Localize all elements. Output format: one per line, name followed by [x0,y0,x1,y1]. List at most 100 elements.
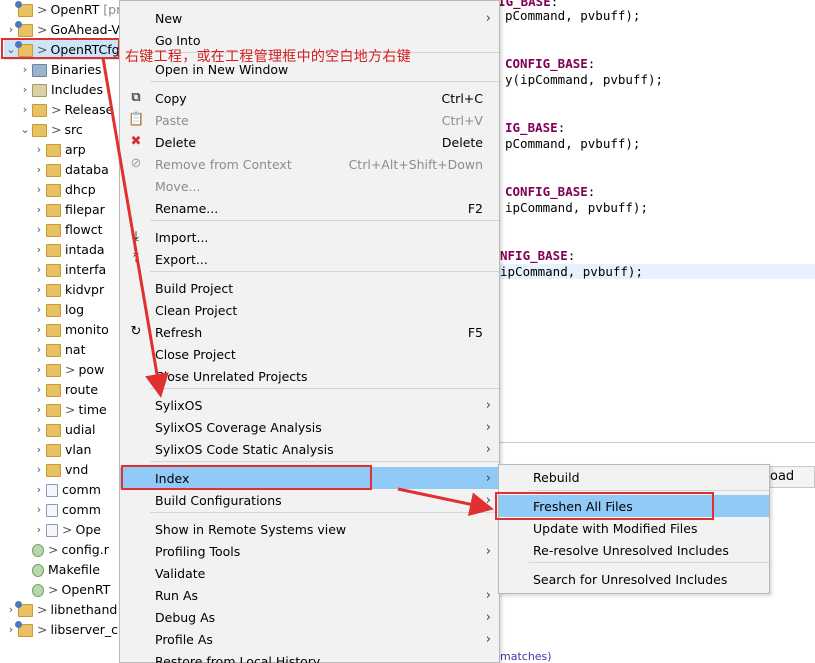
tree-row[interactable]: › comm [32,480,101,500]
menu-item-run-as[interactable]: Run As › [120,584,499,606]
submenu-item-rebuild[interactable]: Rebuild [499,466,769,488]
menu-item-label: Build Project [155,280,234,296]
tree-row[interactable]: › flowct [32,220,103,240]
tree-row-label: arp [65,142,86,157]
menu-item-build-project[interactable]: Build Project [120,277,499,299]
menu-item-profiling-tools[interactable]: Profiling Tools › [120,540,499,562]
chevron-right-icon[interactable]: › [32,380,46,400]
chevron-right-icon[interactable]: › [32,360,46,380]
menu-item-show-in-remote-systems-view[interactable]: Show in Remote Systems view [120,518,499,540]
chevron-right-icon[interactable]: › [32,480,46,500]
chevron-right-icon[interactable]: › [32,320,46,340]
tree-row[interactable]: › > GoAhead-V [4,20,120,40]
chevron-right-icon[interactable]: › [32,420,46,440]
tree-row[interactable]: › dhcp [32,180,96,200]
menu-item-close-project[interactable]: Close Project [120,343,499,365]
tree-row[interactable]: › > pow [32,360,105,380]
menu-item-move[interactable]: Move... [120,175,499,197]
tree-row-label: udial [65,422,96,437]
menu-item-sylixos-code-static-analysis[interactable]: SylixOS Code Static Analysis › [120,438,499,460]
menu-item-profile-as[interactable]: Profile As › [120,628,499,650]
submenu-item-re-resolve-unresolved-includes[interactable]: Re-resolve Unresolved Includes [499,539,769,561]
tree-row[interactable]: › > Ope [32,520,101,540]
menu-item-sylixos[interactable]: SylixOS › [120,394,499,416]
chevron-right-icon[interactable]: › [32,200,46,220]
tree-row[interactable]: ⌄ > src [18,120,82,140]
chevron-right-icon[interactable]: › [32,160,46,180]
tree-row-label: OpenRT [61,582,111,597]
tree-row[interactable]: › intada [32,240,105,260]
tree-row[interactable]: › udial [32,420,96,440]
chevron-right-icon[interactable]: › [32,280,46,300]
menu-item-copy[interactable]: ⧉ Copy Ctrl+C [120,87,499,109]
tree-row[interactable]: Makefile [18,560,100,580]
tree-row[interactable]: › interfa [32,260,106,280]
tree-row[interactable]: › monito [32,320,109,340]
chevron-right-icon[interactable]: › [32,180,46,200]
tree-row[interactable]: › > libnethand [4,600,117,620]
menu-item-debug-as[interactable]: Debug As › [120,606,499,628]
menu-item-label: Clean Project [155,302,238,318]
chevron-right-icon[interactable]: › [32,260,46,280]
code-line: y(ipCommand, pvbuff); [505,72,663,87]
menu-item-build-configurations[interactable]: Build Configurations › [120,489,499,511]
tree-row[interactable]: › Binaries [18,60,102,80]
chevron-right-icon[interactable]: › [32,400,46,420]
menu-item-import[interactable]: ⤓ Import... [120,226,499,248]
chevron-right-icon[interactable]: › [18,60,32,80]
tree-row[interactable]: > OpenRT [18,580,110,600]
chevron-right-icon[interactable]: › [18,80,32,100]
menu-item-validate[interactable]: Validate [120,562,499,584]
menu-item-clean-project[interactable]: Clean Project [120,299,499,321]
chevron-right-icon[interactable]: › [32,240,46,260]
chevron-right-icon[interactable]: › [32,300,46,320]
tree-row-label: comm [62,482,101,497]
menu-item-new[interactable]: New › [120,7,499,29]
menu-item-delete[interactable]: ✖ Delete Delete [120,131,499,153]
menu-item-paste[interactable]: 📋 Paste Ctrl+V [120,109,499,131]
chevron-down-icon[interactable]: ⌄ [18,120,32,140]
index-submenu[interactable]: Rebuild Freshen All Files Update with Modi… [498,464,770,594]
tree-row[interactable]: > config.r [18,540,109,560]
chevron-right-icon[interactable]: › [32,500,46,520]
menu-item-sylixos-coverage-analysis[interactable]: SylixOS Coverage Analysis › [120,416,499,438]
chevron-right-icon[interactable]: › [32,460,46,480]
tree-row[interactable]: › databa [32,160,109,180]
tree-row-label: OpenRT [50,2,100,17]
tree-row[interactable]: › vlan [32,440,92,460]
chevron-right-icon[interactable]: › [18,100,32,120]
tree-row[interactable]: › > Release [18,100,114,120]
submenu-item-search-for-unresolved-includes[interactable]: Search for Unresolved Includes [499,568,769,590]
chevron-right-icon[interactable]: › [32,140,46,160]
tree-row[interactable]: › vnd [32,460,88,480]
tree-row[interactable]: › filepar [32,200,105,220]
tree-row-label: Includes [51,82,104,97]
tree-row[interactable]: >OpenRT[proc [4,0,136,20]
folder-icon [46,463,61,477]
chevron-right-icon[interactable]: › [32,220,46,240]
tree-row[interactable]: › kidvpr [32,280,104,300]
context-menu[interactable]: New › Go Into Open in New Window ⧉ Copy Ctrl+C… [119,0,500,663]
tree-row[interactable]: › nat [32,340,86,360]
file-icon [46,523,58,537]
menu-item-export[interactable]: ⤒ Export... [120,248,499,270]
tree-row[interactable]: › log [32,300,84,320]
submenu-arrow-icon: › [485,470,491,486]
chevron-right-icon[interactable]: › [32,340,46,360]
tree-row[interactable]: › comm [32,500,101,520]
menu-item-close-unrelated-projects[interactable]: Close Unrelated Projects [120,365,499,387]
tree-row[interactable]: › Includes [18,80,103,100]
chevron-right-icon[interactable]: › [32,440,46,460]
menu-item-rename[interactable]: Rename... F2 [120,197,499,219]
submenu-item-update-with-modified-files[interactable]: Update with Modified Files [499,517,769,539]
menu-item-remove-from-context[interactable]: ⊘ Remove from Context Ctrl+Alt+Shift+Down [120,153,499,175]
tree-row[interactable]: › route [32,380,98,400]
console-tab[interactable]: oad [766,466,815,488]
menu-item-restore-from-local-history[interactable]: Restore from Local History... [120,650,499,663]
tree-row[interactable]: › > time [32,400,107,420]
menu-item-refresh[interactable]: ↻ Refresh F5 [120,321,499,343]
tree-row[interactable]: › > libserver_c [4,620,118,640]
chevron-right-icon[interactable]: › [32,520,46,540]
tree-row[interactable]: › arp [32,140,86,160]
project-explorer[interactable]: >OpenRT[proc›>GoAhead-V⌄>OpenRTCfg›Binar… [0,0,136,663]
